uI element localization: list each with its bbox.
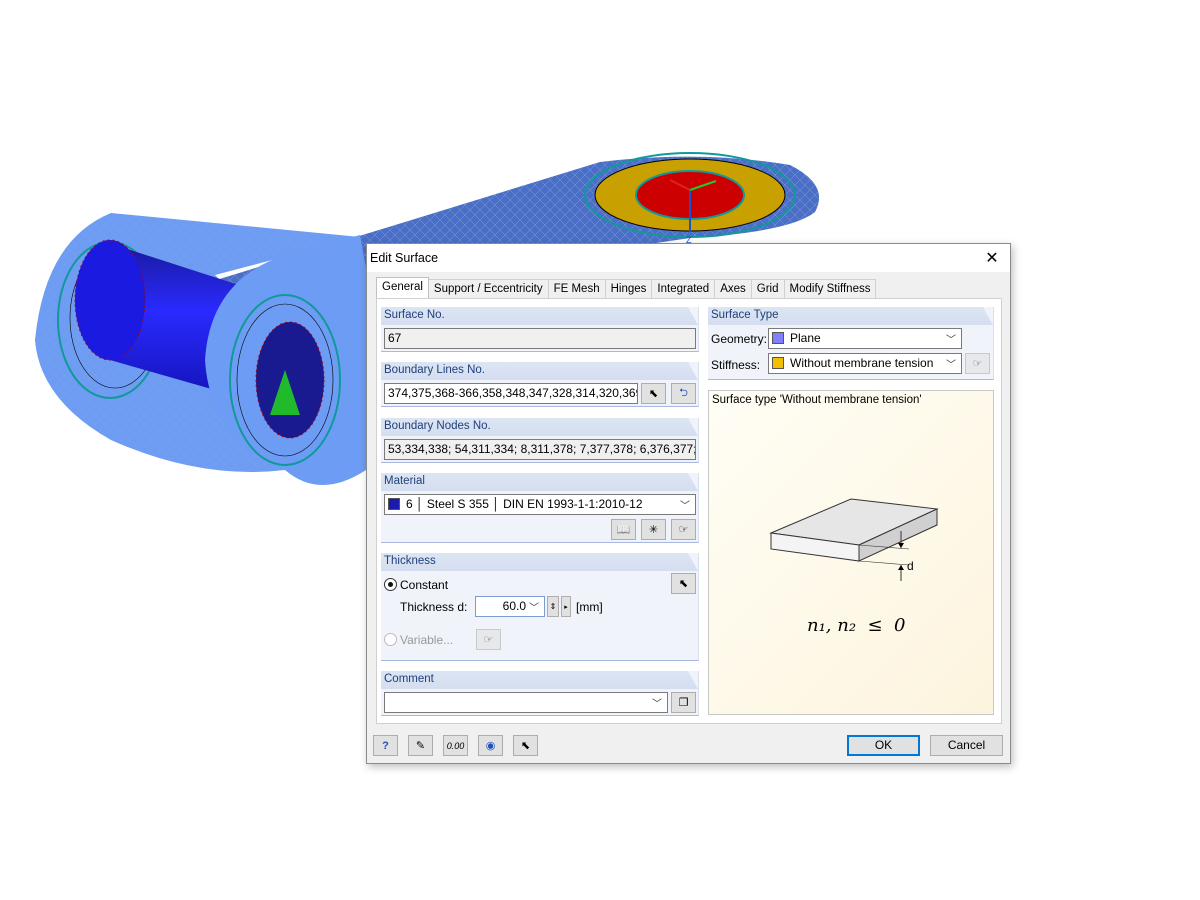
cancel-button-main[interactable]: Cancel <box>930 735 1003 756</box>
constant-label: Constant <box>400 578 449 592</box>
edit-hand-icon: ☞ <box>972 358 983 370</box>
material-standard: DIN EN 1993-1-1:2010-12 <box>503 497 643 511</box>
comment-library-button[interactable]: ❐ <box>671 692 696 713</box>
comment-group: Comment ﹀ ❐ <box>381 671 699 716</box>
dimension-d-label: d <box>907 559 914 573</box>
pick-cursor-icon: ⬉ <box>678 578 689 590</box>
pick-lines-button[interactable]: ⬉ <box>641 383 666 404</box>
stiffness-label: Stiffness: <box>711 358 761 372</box>
geometry-color-swatch <box>772 332 784 344</box>
tab-modify-stiffness[interactable]: Modify Stiffness <box>783 279 877 298</box>
variable-label: Variable... <box>400 633 454 647</box>
preview-caption: Surface type 'Without membrane tension' <box>712 394 922 406</box>
plate-illustration <box>769 498 939 581</box>
tab-fe-mesh[interactable]: FE Mesh <box>547 279 606 298</box>
surface-type-group: Surface Type Geometry: Plane ﹀ Stiffness:… <box>708 307 994 380</box>
chevron-down-icon: ﹀ <box>946 360 956 371</box>
surface-no-group: Surface No. 67 <box>381 307 699 352</box>
stiffness-formula: n₁, n₂ ≤ 0 <box>807 615 906 636</box>
surface-type-preview: Surface type 'Without membrane tension' … <box>708 390 994 715</box>
tab-axes[interactable]: Axes <box>714 279 752 298</box>
edit-button[interactable]: ✎ <box>408 735 433 756</box>
edit-material-button[interactable]: ☞ <box>671 519 696 540</box>
material-library-button[interactable]: 📖 <box>611 519 636 540</box>
boundary-nodes-label: Boundary Nodes No. <box>381 418 698 436</box>
geometry-value: Plane <box>790 331 821 345</box>
help-icon: ? <box>382 739 389 752</box>
thickness-more-button[interactable]: ▸ <box>561 596 571 617</box>
book-icon: 📖 <box>616 524 631 536</box>
tab-support-eccentricity[interactable]: Support / Eccentricity <box>427 279 549 298</box>
help-button[interactable]: ? <box>373 735 398 756</box>
thickness-label: Thickness <box>381 553 698 571</box>
boundary-lines-group: Boundary Lines No. 374,375,368-366,358,3… <box>381 362 699 407</box>
units-button[interactable]: 0.00 <box>443 735 468 756</box>
radio-unselected-icon <box>384 633 397 646</box>
material-number: 6 <box>406 497 413 511</box>
dialog-title: Edit Surface <box>370 251 439 265</box>
close-icon[interactable]: ✕ <box>982 248 1002 268</box>
thickness-unit: [mm] <box>576 600 603 614</box>
boundary-nodes-field[interactable]: 53,334,338; 54,311,334; 8,311,378; 7,377… <box>384 439 696 460</box>
stiffness-color-swatch <box>772 357 784 369</box>
boundary-nodes-group: Boundary Nodes No. 53,334,338; 54,311,33… <box>381 418 699 463</box>
chevron-down-icon: ﹀ <box>946 335 956 346</box>
tab-integrated[interactable]: Integrated <box>651 279 716 298</box>
chevron-down-icon: ﹀ <box>529 603 539 614</box>
chevron-down-icon: ﹀ <box>652 699 662 710</box>
loop-arrow-icon: ⮌ <box>679 387 688 399</box>
geometry-label: Geometry: <box>711 332 768 346</box>
material-label: Material <box>381 473 698 491</box>
constant-radio[interactable]: Constant <box>384 578 448 592</box>
loop-button[interactable]: ⮌ <box>671 383 696 404</box>
boundary-lines-field[interactable]: 374,375,368-366,358,348,347,328,314,320,… <box>384 383 638 404</box>
surface-no-field[interactable]: 67 <box>384 328 696 349</box>
chevron-down-icon: ﹀ <box>680 501 690 512</box>
thickness-input[interactable]: 60.0 ﹀ <box>475 596 545 617</box>
edit-stiffness-button[interactable]: ☞ <box>965 353 990 374</box>
stiffness-value: Without membrane tension <box>790 356 934 370</box>
comment-label: Comment <box>381 671 698 689</box>
notepad-icon: ✎ <box>415 740 426 752</box>
tab-grid[interactable]: Grid <box>750 279 785 298</box>
surface-type-label: Surface Type <box>708 307 993 325</box>
thickness-group: Thickness Constant ⬉ Thickness d: 60.0 ﹀ … <box>381 553 699 661</box>
boundary-lines-label: Boundary Lines No. <box>381 362 698 380</box>
stiffness-select[interactable]: Without membrane tension ﹀ <box>768 353 962 374</box>
thickness-value: 60.0 <box>502 599 526 613</box>
radio-selected-icon <box>384 578 397 591</box>
material-name: Steel S 355 <box>426 497 489 511</box>
edit-variable-button[interactable]: ☞ <box>476 629 501 650</box>
tab-general[interactable]: General <box>376 277 429 298</box>
dialog-title-bar: Edit Surface <box>367 244 1010 272</box>
pick-cursor-icon: ⬉ <box>520 740 531 752</box>
thickness-d-label: Thickness d: <box>400 600 468 614</box>
edit-hand-icon: ☞ <box>678 524 689 536</box>
ok-button-main[interactable]: OK <box>847 735 920 756</box>
new-window-icon: ✳ <box>648 524 659 536</box>
material-color-swatch <box>388 498 400 510</box>
view-button[interactable]: ◉ <box>478 735 503 756</box>
pick-button[interactable]: ⬉ <box>513 735 538 756</box>
eye-icon: ◉ <box>485 740 496 752</box>
variable-radio[interactable]: Variable... <box>384 633 453 647</box>
new-material-button[interactable]: ✳ <box>641 519 666 540</box>
comment-input[interactable]: ﹀ <box>384 692 668 713</box>
geometry-select[interactable]: Plane ﹀ <box>768 328 962 349</box>
stack-icon: ❐ <box>678 697 689 709</box>
tab-bar: General Support / Eccentricity FE Mesh H… <box>376 277 877 298</box>
edit-hand-icon: ☞ <box>483 634 494 646</box>
decimal-places-icon: 0.00 <box>446 740 465 751</box>
thickness-spinner[interactable]: ⇕ <box>547 596 559 617</box>
pick-thickness-button[interactable]: ⬉ <box>671 573 696 594</box>
tab-hinges[interactable]: Hinges <box>604 279 653 298</box>
material-group: Material 6 │ Steel S 355 │ DIN EN 1993-1… <box>381 473 699 543</box>
material-select[interactable]: 6 │ Steel S 355 │ DIN EN 1993-1-1:2010-1… <box>384 494 696 515</box>
surface-no-label: Surface No. <box>381 307 698 325</box>
pick-cursor-icon: ⬉ <box>648 388 659 400</box>
